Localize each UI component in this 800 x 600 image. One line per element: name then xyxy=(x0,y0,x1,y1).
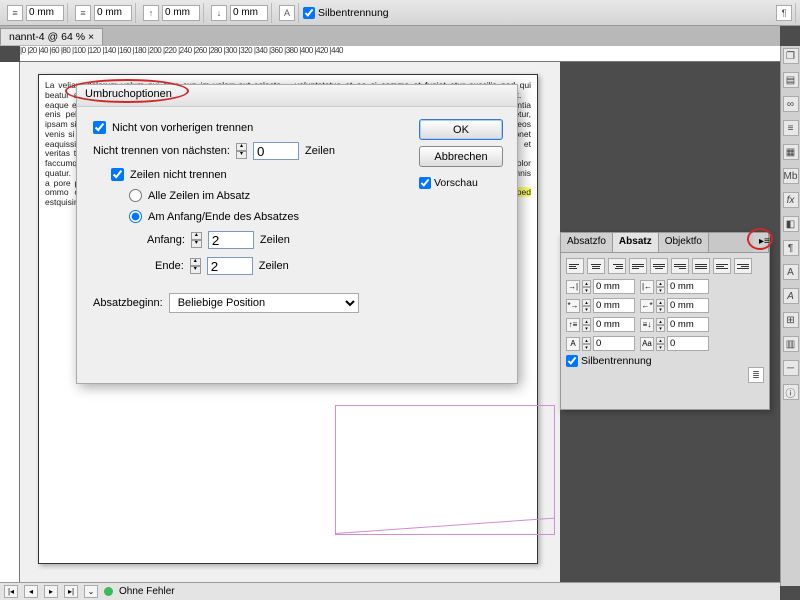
vorschau-checkbox[interactable]: Vorschau xyxy=(419,177,503,189)
effects-panel-icon[interactable]: fx xyxy=(783,192,799,208)
space-before-input[interactable] xyxy=(162,5,200,21)
firstline-indent-icon: *→ xyxy=(566,299,580,313)
prev-page-button[interactable]: ◂ xyxy=(24,585,38,598)
zeilen-nicht-trennen-checkbox[interactable] xyxy=(111,168,124,181)
annotation-circle xyxy=(747,228,773,250)
nicht-trennen-input[interactable] xyxy=(253,142,299,160)
indent-left-input[interactable] xyxy=(26,5,64,21)
mb-panel-icon[interactable]: Mb xyxy=(783,168,799,184)
status-bar: |◂ ◂ ▸ ▸| ⌄ Ohne Fehler xyxy=(0,582,780,600)
align-spine-button[interactable] xyxy=(713,258,731,274)
space-after-icon[interactable]: ↓ xyxy=(211,5,227,21)
layers-panel-icon[interactable]: ▤ xyxy=(783,72,799,88)
swatches-panel-icon[interactable]: ▦ xyxy=(783,144,799,160)
justify-left-button[interactable] xyxy=(629,258,647,274)
ende-spinner[interactable]: ▴▾ xyxy=(190,258,201,274)
panel-indent-left[interactable] xyxy=(593,279,635,294)
tab-absatz[interactable]: Absatz xyxy=(613,233,659,252)
justify-right-button[interactable] xyxy=(671,258,689,274)
space-before-icon: ↑≡ xyxy=(566,318,580,332)
absatz-panel: Absatzfo Absatz Objektfo ▸≡ →|▴▾ |←▴▾ *→… xyxy=(560,232,770,410)
first-page-button[interactable]: |◂ xyxy=(4,585,18,598)
separator-icon: ─ xyxy=(783,360,799,376)
anfang-ende-radio[interactable] xyxy=(129,210,142,223)
vertical-ruler xyxy=(0,62,20,600)
dropcap-lines-icon: A xyxy=(566,337,580,351)
horizontal-ruler: |0 |20 |40 |60 |80 |100 |120 |140 |160 |… xyxy=(20,46,780,62)
char-panel-icon[interactable]: A xyxy=(783,288,799,304)
justify-center-button[interactable] xyxy=(650,258,668,274)
panel-hyphenation-checkbox[interactable]: Silbentrennung xyxy=(566,355,764,367)
nicht-von-vorherigen-checkbox[interactable] xyxy=(93,121,106,134)
space-before-icon[interactable]: ↑ xyxy=(143,5,159,21)
tab-objektformate[interactable]: Objektfo xyxy=(659,233,709,252)
absatzbeginn-label: Absatzbeginn: xyxy=(93,297,163,309)
links-panel-icon[interactable]: ∞ xyxy=(783,96,799,112)
char-styles-icon[interactable]: A xyxy=(783,264,799,280)
tab-absatzformate[interactable]: Absatzfo xyxy=(561,233,613,252)
paragraph-icon[interactable]: ¶ xyxy=(776,5,792,21)
nicht-trennen-label: Nicht trennen von nächsten: xyxy=(93,145,230,157)
dropcap-icon[interactable]: A xyxy=(279,5,295,21)
top-toolbar: ≡ ≡ ↑ ↓ A Silbentrennung ¶ xyxy=(0,0,800,26)
panel-menu-button[interactable]: ▸≡ xyxy=(753,233,769,252)
next-page-button[interactable]: ▸ xyxy=(44,585,58,598)
indent-left-icon: →| xyxy=(566,280,580,294)
indent-right-input[interactable] xyxy=(94,5,132,21)
anfang-spinner[interactable]: ▴▾ xyxy=(191,232,202,248)
ende-input[interactable] xyxy=(207,257,253,275)
align-center-button[interactable] xyxy=(587,258,605,274)
nicht-trennen-spinner[interactable]: ▴▾ xyxy=(236,143,247,159)
zeilen-nicht-trennen-label: Zeilen nicht trennen xyxy=(130,169,227,181)
annotation-ellipse xyxy=(65,79,189,103)
alle-zeilen-radio[interactable] xyxy=(129,189,142,202)
hyphenation-checkbox[interactable]: Silbentrennung xyxy=(303,7,389,19)
space-after-icon: ≡↓ xyxy=(640,318,654,332)
right-icon-strip: ❐ ▤ ∞ ≡ ▦ Mb fx ◧ ¶ A A ⊞ ▥ ─ ⓘ xyxy=(780,46,800,586)
space-after-input[interactable] xyxy=(230,5,268,21)
panel-indent-right[interactable] xyxy=(667,279,709,294)
align-away-spine-button[interactable] xyxy=(734,258,752,274)
align-right-button[interactable] xyxy=(608,258,626,274)
align-buttons xyxy=(566,258,764,274)
absatzbeginn-select[interactable]: Beliebige Position xyxy=(169,293,359,313)
last-page-button[interactable]: ▸| xyxy=(64,585,78,598)
pages-panel-icon[interactable]: ❐ xyxy=(783,48,799,64)
panel-firstline[interactable] xyxy=(593,298,635,313)
paragraph-styles-icon[interactable]: ¶ xyxy=(783,240,799,256)
indent-right-icon: |← xyxy=(640,280,654,294)
overset-box xyxy=(335,405,555,535)
align-left-button[interactable] xyxy=(566,258,584,274)
object-styles-icon[interactable]: ◧ xyxy=(783,216,799,232)
panel-lastline[interactable] xyxy=(667,298,709,313)
nicht-von-vorherigen-label: Nicht von vorherigen trennen xyxy=(112,122,253,134)
panel-dropcap-lines[interactable] xyxy=(593,336,635,351)
indent-left-icon[interactable]: ≡ xyxy=(7,5,23,21)
panel-dropcap-chars[interactable] xyxy=(667,336,709,351)
document-tab-bar: nannt-4 @ 64 % × xyxy=(0,26,780,46)
anfang-input[interactable] xyxy=(208,231,254,249)
dialog-title: Umbruchoptionen xyxy=(77,85,517,107)
ok-button[interactable]: OK xyxy=(419,119,503,140)
cell-styles-icon[interactable]: ▥ xyxy=(783,336,799,352)
justify-all-button[interactable] xyxy=(692,258,710,274)
open-dropdown-button[interactable]: ⌄ xyxy=(84,585,98,598)
panel-space-after[interactable] xyxy=(667,317,709,332)
indent-right-icon[interactable]: ≡ xyxy=(75,5,91,21)
document-tab[interactable]: nannt-4 @ 64 % × xyxy=(0,28,103,45)
stroke-panel-icon[interactable]: ≡ xyxy=(783,120,799,136)
status-text: Ohne Fehler xyxy=(119,586,175,597)
status-dot-icon xyxy=(104,587,113,596)
panel-extra-icon[interactable]: ≣ xyxy=(748,367,764,383)
panel-space-before[interactable] xyxy=(593,317,635,332)
lastline-indent-icon: ←* xyxy=(640,299,654,313)
dropcap-chars-icon: Aa xyxy=(640,337,654,351)
info-panel-icon[interactable]: ⓘ xyxy=(783,384,799,400)
umbruchoptionen-dialog: Umbruchoptionen Nicht von vorherigen tre… xyxy=(76,84,518,384)
cancel-button[interactable]: Abbrechen xyxy=(419,146,503,167)
table-panel-icon[interactable]: ⊞ xyxy=(783,312,799,328)
